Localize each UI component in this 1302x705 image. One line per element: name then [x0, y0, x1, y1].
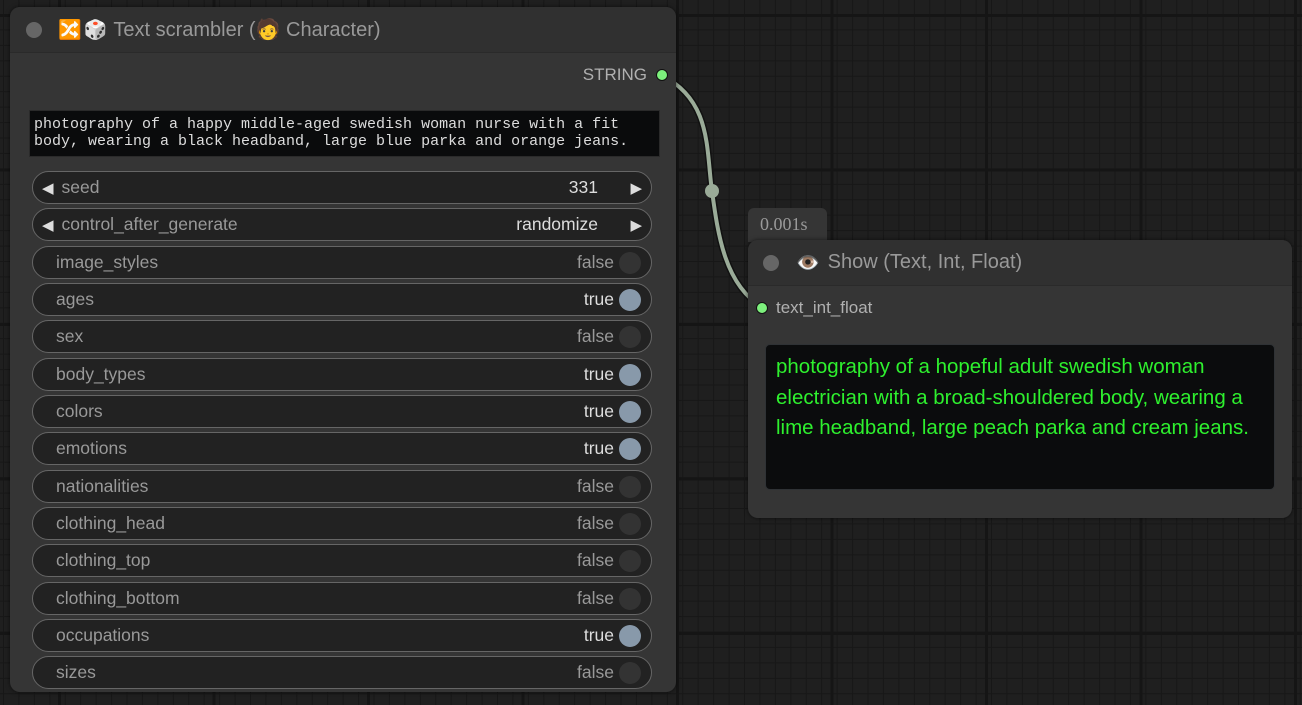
- toggle-colors[interactable]: colors true: [32, 395, 652, 429]
- toggle-knob-icon[interactable]: [619, 363, 641, 386]
- widget-label: clothing_top: [56, 550, 151, 571]
- output-string: STRING: [583, 65, 668, 85]
- dice-icon: 🎲: [83, 19, 108, 41]
- toggle-value: false: [577, 587, 614, 608]
- widget-label: ages: [56, 289, 94, 310]
- widget-label: clothing_head: [56, 513, 165, 534]
- widget-label: nationalities: [56, 475, 149, 496]
- widget-list: ◀ seed 331 ▶ ◀ control_after_generate ra…: [32, 171, 652, 694]
- toggle-list: image_styles false ages true sex false body_ty…: [32, 245, 652, 690]
- widget-label: seed: [61, 177, 100, 197]
- link-midpoint-handle[interactable]: [705, 184, 719, 198]
- widget-label: body_types: [56, 363, 146, 384]
- input-text-int-float: text_int_float: [756, 298, 872, 318]
- toggle-knob-icon[interactable]: [619, 475, 641, 498]
- next-arrow-icon[interactable]: ▶: [630, 216, 642, 234]
- execution-time-badge: 0.001s: [748, 208, 827, 242]
- input-label: text_int_float: [776, 298, 873, 317]
- toggle-value: true: [583, 438, 614, 459]
- collapse-dot-icon[interactable]: [763, 254, 779, 271]
- toggle-knob-icon[interactable]: [619, 251, 641, 274]
- toggle-value: false: [577, 513, 614, 534]
- previous-arrow-icon[interactable]: ◀: [42, 216, 54, 234]
- widget-label: sex: [56, 326, 84, 347]
- output-slot-icon[interactable]: [656, 69, 668, 81]
- toggle-occupations[interactable]: occupations true: [32, 619, 652, 653]
- node-title-bar[interactable]: 🔀 🎲 Text scrambler (🧑 Character): [10, 7, 676, 53]
- output-text-display[interactable]: photography of a hopeful adult swedish w…: [765, 344, 1275, 490]
- toggle-clothing-top[interactable]: clothing_top false: [32, 544, 652, 578]
- string-link[interactable]: [659, 71, 764, 311]
- toggle-value: true: [583, 401, 614, 422]
- toggle-value: true: [583, 363, 614, 384]
- widget-label: clothing_bottom: [56, 587, 180, 608]
- toggle-emotions[interactable]: emotions true: [32, 432, 652, 466]
- toggle-clothing-bottom[interactable]: clothing_bottom false: [32, 581, 652, 615]
- toggle-value: false: [577, 662, 614, 683]
- toggle-image-styles[interactable]: image_styles false: [32, 245, 652, 279]
- seed-value[interactable]: 331: [569, 177, 598, 198]
- toggle-value: true: [583, 289, 614, 310]
- toggle-ages[interactable]: ages true: [32, 283, 652, 317]
- widget-label: control_after_generate: [61, 214, 238, 235]
- toggle-knob-icon[interactable]: [619, 587, 641, 610]
- toggle-value: true: [583, 625, 614, 646]
- toggle-knob-icon[interactable]: [619, 625, 641, 648]
- toggle-knob-icon[interactable]: [619, 438, 641, 461]
- node-title-suffix: Character): [280, 19, 381, 41]
- toggle-value: false: [577, 475, 614, 496]
- toggle-knob-icon[interactable]: [619, 326, 641, 349]
- toggle-knob-icon[interactable]: [619, 662, 641, 685]
- output-label: STRING: [582, 65, 647, 84]
- shuffle-icon: 🔀: [58, 19, 82, 41]
- collapse-dot-icon[interactable]: [26, 21, 42, 38]
- increment-arrow-icon[interactable]: ▶: [630, 179, 642, 197]
- toggle-value: false: [577, 326, 614, 347]
- person-icon: 🧑: [255, 19, 281, 41]
- widget-label: occupations: [56, 625, 150, 646]
- widget-label: colors: [56, 401, 103, 422]
- string-link-line[interactable]: [660, 73, 764, 309]
- widget-label: sizes: [56, 662, 96, 683]
- toggle-sizes[interactable]: sizes false: [32, 656, 652, 690]
- node-title: Text scrambler (🧑 Character): [113, 17, 380, 42]
- toggle-value: false: [577, 550, 614, 571]
- toggle-nationalities[interactable]: nationalities false: [32, 469, 652, 503]
- node-title-bar[interactable]: 👁️ Show (Text, Int, Float): [748, 240, 1292, 286]
- control-after-generate-widget[interactable]: ◀ control_after_generate randomize ▶: [32, 208, 652, 242]
- toggle-clothing-head[interactable]: clothing_head false: [32, 507, 652, 541]
- prompt-textarea[interactable]: photography of a happy middle-aged swedi…: [29, 110, 660, 157]
- toggle-knob-icon[interactable]: [619, 550, 641, 573]
- seed-widget[interactable]: ◀ seed 331 ▶: [32, 171, 652, 204]
- decrement-arrow-icon[interactable]: ◀: [42, 179, 54, 197]
- toggle-body-types[interactable]: body_types true: [32, 357, 652, 391]
- control-value[interactable]: randomize: [516, 214, 598, 235]
- toggle-knob-icon[interactable]: [619, 289, 641, 312]
- toggle-knob-icon[interactable]: [619, 513, 641, 536]
- node-title-text: Text scrambler (: [113, 19, 256, 41]
- toggle-sex[interactable]: sex false: [32, 320, 652, 354]
- input-slot-icon[interactable]: [756, 302, 768, 314]
- text-scrambler-node[interactable]: 🔀 🎲 Text scrambler (🧑 Character) STRING …: [10, 7, 676, 692]
- show-text-node[interactable]: 👁️ Show (Text, Int, Float) text_int_floa…: [748, 240, 1292, 518]
- widget-label: emotions: [56, 438, 128, 459]
- toggle-value: false: [577, 251, 614, 272]
- widget-label: image_styles: [56, 251, 159, 272]
- eye-icon: 👁️: [796, 252, 820, 274]
- node-title: Show (Text, Int, Float): [827, 251, 1023, 273]
- toggle-knob-icon[interactable]: [619, 401, 641, 424]
